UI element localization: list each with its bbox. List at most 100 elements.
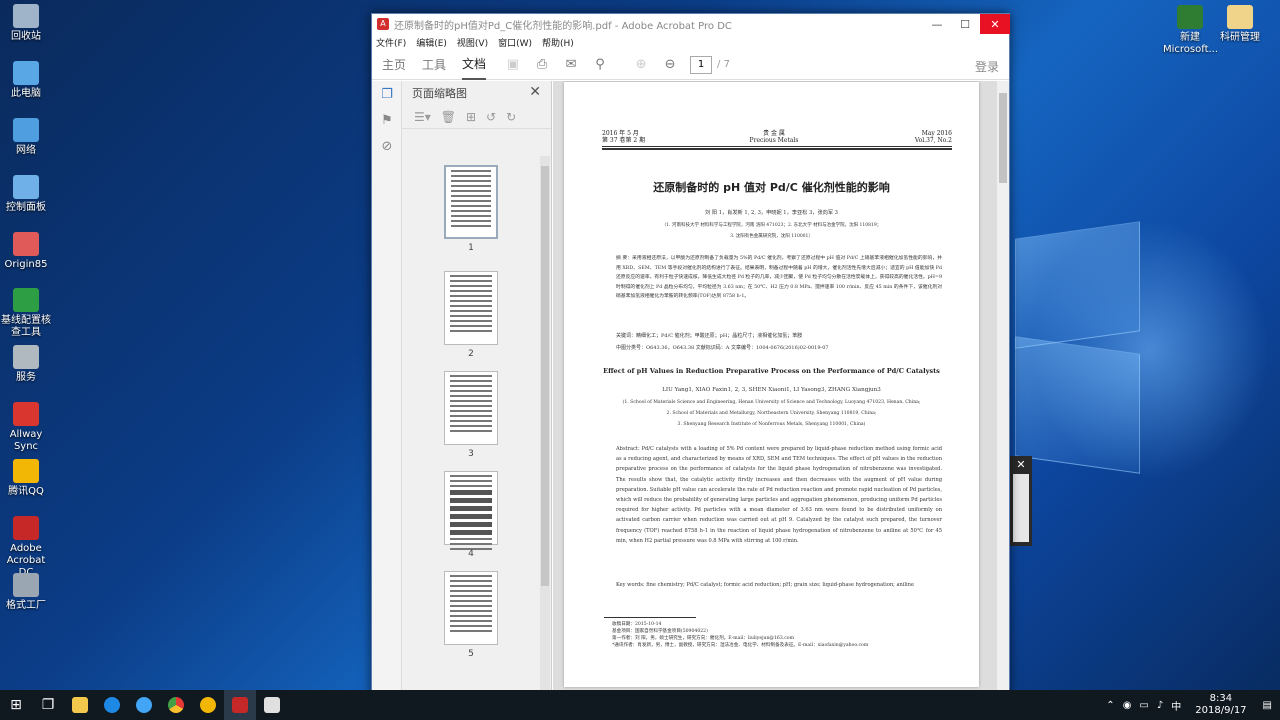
floating-mini-window[interactable]: ✕ — [1010, 456, 1032, 546]
network-tray-icon[interactable]: ▭ — [1139, 700, 1148, 711]
desktop-icon[interactable]: 基线配置核查工具 — [0, 288, 53, 339]
ime-indicator[interactable]: 中 — [1171, 698, 1181, 713]
network-icon — [13, 118, 39, 142]
desktop-icon[interactable]: 新建 Microsoft... — [1163, 5, 1218, 56]
authors-zh: 刘 阳 1，肖发新 1, 2, 3，申晓妮 1，李亚松 3，张向军 3 — [705, 210, 838, 216]
email-icon[interactable]: ✉ — [560, 54, 582, 76]
thumbnail-text-line — [451, 225, 491, 227]
scrollbar-thumb[interactable] — [999, 93, 1007, 183]
clock[interactable]: 8:34 2018/9/17 — [1195, 693, 1246, 717]
print-icon[interactable]: ⎙ — [531, 54, 553, 76]
desktop-icon[interactable]: 格式工厂 — [0, 573, 53, 612]
thumbnail-text-line — [450, 480, 492, 482]
options-menu-icon[interactable]: ☰▾ — [414, 110, 431, 124]
desktop-icon[interactable]: Allway Sync — [0, 402, 53, 453]
login-link[interactable]: 登录 — [975, 58, 999, 75]
thumbnail-text-line — [450, 605, 492, 607]
pdf-doc-icon — [264, 697, 280, 713]
thumbnail-text-line — [450, 600, 492, 602]
desktop-icon-label: 基线配置核查工具 — [1, 315, 51, 338]
chevron-up-icon[interactable]: ⌃ — [1106, 700, 1114, 711]
pdf-reader-button[interactable] — [256, 690, 288, 720]
menu-item[interactable]: 窗口(W) — [498, 36, 532, 49]
scrollbar-thumb[interactable] — [541, 166, 549, 586]
delete-icon[interactable]: 🗑 — [441, 110, 456, 124]
task-view-icon: ❐ — [41, 697, 55, 713]
desktop-icon[interactable]: 回收站 — [0, 4, 53, 43]
qq-button[interactable] — [192, 690, 224, 720]
page-thumbnail[interactable] — [444, 165, 498, 239]
save-icon[interactable]: ▣ — [502, 54, 524, 76]
attachment-icon[interactable]: ⊘ — [372, 133, 402, 159]
rotate-right-icon[interactable]: ↻ — [506, 110, 516, 124]
tab-document[interactable]: 文档 — [462, 49, 487, 80]
bookmark-icon[interactable]: ⚑ — [372, 107, 402, 133]
baseline-tool-icon — [13, 288, 39, 312]
start-button[interactable]: ⊞ — [0, 690, 32, 720]
page-thumbnail[interactable] — [444, 271, 498, 345]
insert-page-icon[interactable]: ⊞ — [466, 110, 476, 124]
thumbnail-text-line — [451, 170, 491, 172]
thumbnail-text-line — [451, 175, 491, 177]
thumbnail-text-line — [450, 320, 492, 322]
desktop-icon[interactable]: 网络 — [0, 118, 53, 157]
rotate-left-icon[interactable]: ↺ — [486, 110, 496, 124]
thumbnail-text-line — [450, 575, 492, 577]
classification-zh: 中图分类号：O643.36，O643.38 文献标识码：A 文章编号：1004-… — [616, 345, 829, 351]
thumbnail-text-line — [450, 280, 492, 282]
page-thumbnail[interactable] — [444, 471, 498, 550]
acrobat-taskbar-button[interactable] — [224, 690, 256, 720]
affiliation-zh-1: （1. 河南科技大学 材料科学与工程学院，河南 洛阳 471023；2. 东北大… — [661, 223, 882, 228]
thumbnail-text-line — [450, 425, 492, 427]
document-view[interactable]: 2016 年 5 月第 37 卷第 2 期 贵 金 属 Precious Meta… — [553, 81, 1009, 701]
notifications-icon[interactable]: ▤ — [1263, 700, 1272, 711]
desktop-icon[interactable]: 此电脑 — [0, 61, 53, 100]
desktop-icon[interactable]: 科研管理 — [1213, 5, 1267, 44]
minimize-button[interactable]: — — [923, 14, 951, 34]
search-icon[interactable]: ⚲ — [589, 54, 611, 76]
volume-icon[interactable]: ♪ — [1157, 700, 1163, 711]
prev-page-icon[interactable]: ⊕ — [630, 54, 652, 76]
page-thumbnail[interactable] — [444, 571, 498, 645]
ie-button[interactable] — [128, 690, 160, 720]
page-thumbnail[interactable] — [444, 371, 498, 445]
thumbnail-page-number: 3 — [468, 449, 474, 459]
thumbnail-text-line — [450, 490, 492, 495]
close-icon[interactable]: ✕ — [529, 84, 541, 100]
task-view-button[interactable]: ❐ — [32, 690, 64, 720]
thumbnail-text-line — [450, 395, 492, 397]
browser-button[interactable] — [96, 690, 128, 720]
file-explorer-button[interactable] — [64, 690, 96, 720]
thumbnail-scrollbar[interactable] — [540, 156, 550, 696]
abstract-en: Abstract: Pd/C catalysts with a loading … — [616, 446, 942, 544]
thumbnail-text-line — [450, 615, 492, 617]
desktop-icon[interactable]: Origin85 — [0, 232, 53, 271]
page-number-input[interactable]: 1 — [690, 55, 713, 74]
maximize-button[interactable]: ☐ — [951, 14, 979, 34]
desktop-icon[interactable]: 控制面板 — [0, 175, 53, 214]
desktop-icon[interactable]: 腾讯QQ — [0, 459, 53, 498]
desktop-icon-label: 服务 — [16, 372, 36, 383]
close-button[interactable]: ✕ — [980, 14, 1010, 34]
window-title: 还原制备时的pH值对Pd_C催化剂性能的影响.pdf - Adobe Acrob… — [394, 20, 732, 32]
desktop-icon[interactable]: 服务 — [0, 345, 53, 384]
tab-tools[interactable]: 工具 — [422, 50, 446, 79]
thumbnail-text-line — [451, 220, 491, 222]
document-scrollbar[interactable] — [997, 81, 1009, 701]
menu-item[interactable]: 编辑(E) — [416, 36, 447, 49]
next-page-icon[interactable]: ⊖ — [659, 54, 681, 76]
page-thumbnails-icon[interactable]: ❐ — [372, 81, 402, 107]
close-icon[interactable]: ✕ — [1010, 458, 1032, 471]
desktop-icon[interactable]: Adobe Acrobat DC — [0, 516, 53, 579]
clock-date: 2018/9/17 — [1195, 705, 1247, 716]
chrome-button[interactable] — [160, 690, 192, 720]
thumbnail-text-line — [450, 485, 492, 487]
tray-app-icon[interactable]: ◉ — [1123, 700, 1132, 711]
tab-home[interactable]: 主页 — [382, 50, 406, 79]
browser-icon — [104, 697, 120, 713]
menu-item[interactable]: 帮助(H) — [542, 36, 574, 49]
new-excel-file-icon — [1177, 5, 1203, 29]
menu-item[interactable]: 视图(V) — [457, 36, 488, 49]
footnote-rule — [604, 617, 696, 618]
menu-item[interactable]: 文件(F) — [376, 36, 406, 49]
